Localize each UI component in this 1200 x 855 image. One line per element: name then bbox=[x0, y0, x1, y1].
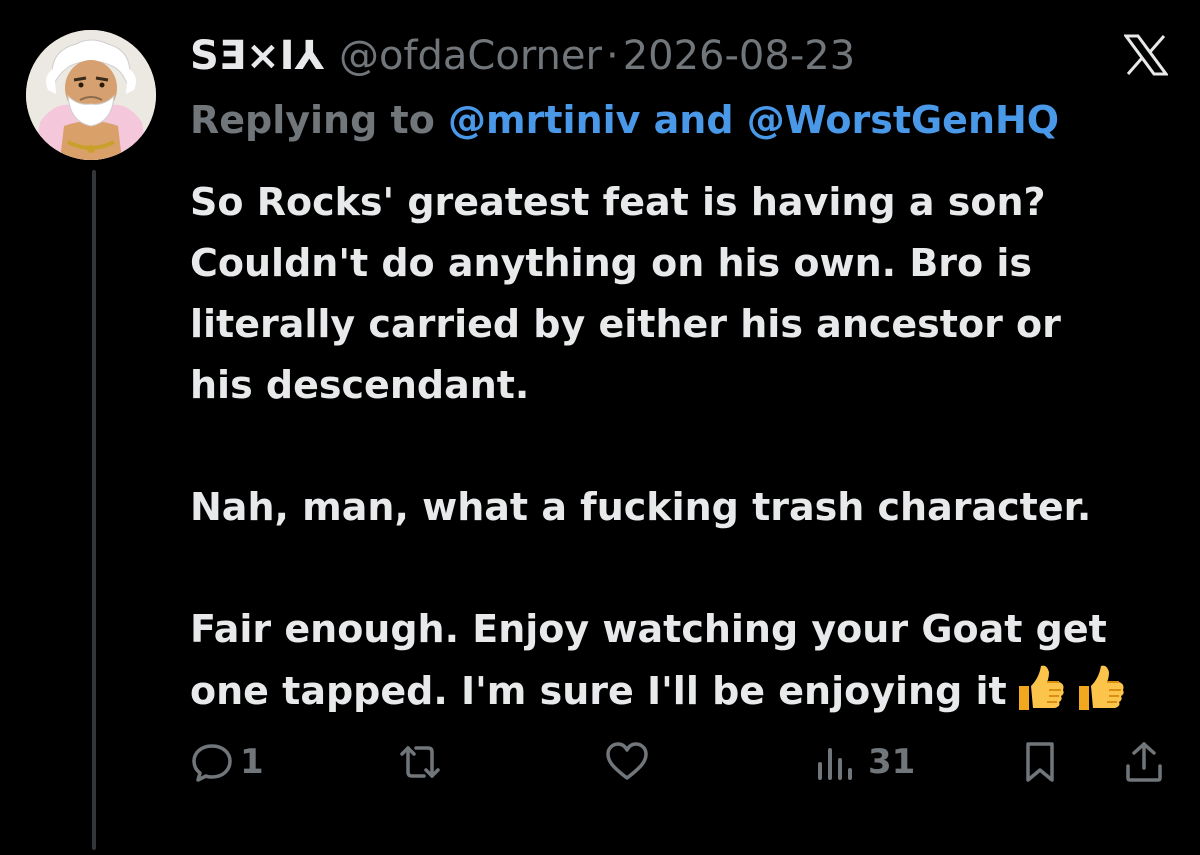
reply-button[interactable]: 1 bbox=[190, 734, 264, 790]
tweet-text-line: So Rocks' greatest feat is having a son? bbox=[190, 180, 1046, 224]
tweet-date[interactable]: 2026-08-23 bbox=[623, 28, 855, 84]
mention-link[interactable]: @WorstGenHQ bbox=[747, 98, 1059, 142]
heart-icon bbox=[606, 742, 648, 780]
tweet-text-line: Fair enough. Enjoy watching your Goat ge… bbox=[190, 607, 1107, 651]
thumbs-up-emoji-icon bbox=[1013, 660, 1067, 714]
tweet-text-line: one tapped. I'm sure I'll be enjoying it bbox=[190, 669, 1007, 713]
tweet-text-line: his descendant. bbox=[190, 363, 530, 407]
retweet-icon bbox=[400, 746, 440, 778]
reply-count: 1 bbox=[240, 742, 264, 782]
retweet-button[interactable] bbox=[396, 734, 444, 790]
action-bar: 1 31 bbox=[190, 734, 1180, 790]
replying-to: Replying to @mrtiniv and @WorstGenHQ bbox=[190, 94, 1059, 146]
views-icon bbox=[818, 748, 852, 780]
separator-dot: · bbox=[605, 33, 619, 79]
replying-prefix: Replying to bbox=[190, 98, 435, 142]
tweet-text-line: literally carried by either his ancestor… bbox=[190, 302, 1061, 346]
views-count: 31 bbox=[868, 742, 916, 782]
tweet-text-line: Nah, man, what a fucking trash character… bbox=[190, 485, 1092, 529]
avatar[interactable] bbox=[26, 30, 156, 160]
mention-link[interactable]: @mrtiniv bbox=[448, 98, 640, 142]
display-name[interactable]: SƎ⨯I⅄ bbox=[190, 28, 325, 84]
tweet-header: SƎ⨯I⅄ @ofdaCorner · 2026-08-23 bbox=[190, 28, 855, 84]
thumbs-up-emoji-icon bbox=[1073, 660, 1127, 714]
share-icon bbox=[1126, 742, 1162, 782]
tweet: SƎ⨯I⅄ @ofdaCorner · 2026-08-23 Replying … bbox=[0, 0, 1200, 855]
tweet-text-line: Couldn't do anything on his own. Bro is bbox=[190, 241, 1033, 285]
avatar-portrait-icon bbox=[26, 30, 156, 160]
bookmark-button[interactable] bbox=[1022, 734, 1058, 790]
user-handle[interactable]: @ofdaCorner bbox=[339, 28, 602, 84]
x-logo-icon bbox=[1123, 34, 1169, 76]
like-button[interactable] bbox=[604, 734, 650, 790]
tweet-text-line-last: one tapped. I'm sure I'll be enjoying it bbox=[190, 660, 1180, 722]
mention-joiner: and bbox=[653, 98, 734, 142]
tweet-text: So Rocks' greatest feat is having a son?… bbox=[190, 172, 1180, 722]
views-button[interactable]: 31 bbox=[814, 734, 915, 790]
thread-line bbox=[92, 170, 96, 850]
bookmark-icon bbox=[1026, 742, 1054, 782]
share-button[interactable] bbox=[1122, 734, 1166, 790]
reply-icon bbox=[192, 744, 232, 782]
